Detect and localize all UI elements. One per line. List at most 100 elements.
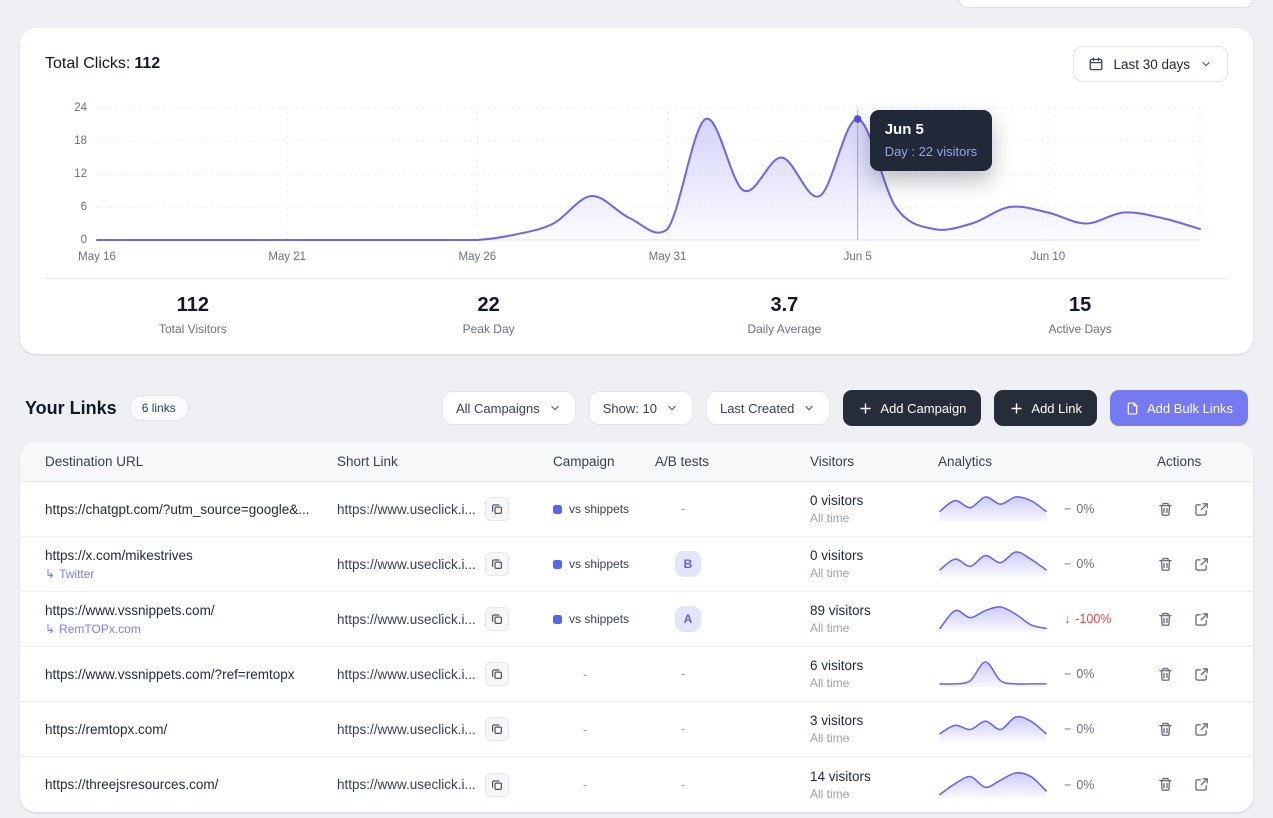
trash-icon xyxy=(1157,776,1174,793)
delete-link-button[interactable] xyxy=(1157,610,1175,628)
empty-value: - xyxy=(583,667,587,682)
button-label: Add Bulk Links xyxy=(1147,401,1233,416)
copy-short-link-button[interactable] xyxy=(485,497,509,521)
open-link-button[interactable] xyxy=(1193,776,1211,794)
destination-url: https://www.vssnippets.com/ xyxy=(45,603,319,618)
partial-cut-off-element xyxy=(958,0,1254,8)
delete-link-button[interactable] xyxy=(1157,555,1175,573)
visitors-sparkline xyxy=(938,768,1048,802)
analytics-cell: −0% xyxy=(921,492,1131,526)
copy-short-link-button[interactable] xyxy=(485,662,509,686)
date-range-selector[interactable]: Last 30 days xyxy=(1073,46,1228,82)
copy-icon xyxy=(490,667,504,681)
visitors-period: All time xyxy=(810,566,921,580)
external-link-icon xyxy=(1193,501,1210,518)
copy-short-link-button[interactable] xyxy=(485,717,509,741)
open-link-button[interactable] xyxy=(1193,500,1211,518)
visitors-count: 6 visitors xyxy=(810,658,921,673)
visitors-period: All time xyxy=(810,676,921,690)
short-link: https://www.useclick.i... xyxy=(337,722,476,737)
delete-link-button[interactable] xyxy=(1157,720,1175,738)
x-axis-tick-label: May 21 xyxy=(268,251,306,263)
stat-label: Active Days xyxy=(932,322,1228,336)
visitors-line-chart[interactable] xyxy=(97,96,1200,246)
x-axis-tick-label: May 16 xyxy=(78,251,116,263)
document-icon xyxy=(1125,401,1140,416)
open-link-button[interactable] xyxy=(1193,665,1211,683)
add-bulk-links-button[interactable]: Add Bulk Links xyxy=(1110,390,1248,426)
campaign-color-swatch xyxy=(553,505,562,514)
copy-short-link-button[interactable] xyxy=(485,552,509,576)
redirect-sub-link: ↳ RemTOPx.com xyxy=(45,622,319,636)
sub-link-label: RemTOPx.com xyxy=(59,622,141,636)
col-header-ab-tests: A/B tests xyxy=(641,454,771,469)
change-icon: − xyxy=(1064,722,1071,736)
filter-sort-order[interactable]: Last Created xyxy=(706,391,830,425)
destination-cell: https://x.com/mikestrives ↳ Twitter xyxy=(45,548,337,581)
external-link-icon xyxy=(1193,776,1210,793)
delete-link-button[interactable] xyxy=(1157,500,1175,518)
change-value: 0% xyxy=(1076,722,1094,736)
campaign-color-swatch xyxy=(553,615,562,624)
filter-show-count[interactable]: Show: 10 xyxy=(589,391,693,425)
ab-tests-cell: A xyxy=(641,606,771,632)
chevron-down-icon xyxy=(802,401,816,415)
change-indicator: ↓-100% xyxy=(1064,612,1111,626)
external-link-icon xyxy=(1193,611,1210,628)
visitors-sparkline xyxy=(938,602,1048,636)
clicks-chart: 06121824 May 16May 21May 26May 31Jun 5Ju… xyxy=(45,96,1228,270)
table-row: https://remtopx.com/ https://www.useclic… xyxy=(20,702,1253,757)
change-value: 0% xyxy=(1076,502,1094,516)
visitors-cell: 0 visitors All time xyxy=(771,548,921,580)
change-value: 0% xyxy=(1076,557,1094,571)
table-row: https://chatgpt.com/?utm_source=google&.… xyxy=(20,482,1253,537)
copy-short-link-button[interactable] xyxy=(485,607,509,631)
open-link-button[interactable] xyxy=(1193,610,1211,628)
y-axis-tick-label: 12 xyxy=(74,168,87,180)
chart-plot-area[interactable]: May 16May 21May 26May 31Jun 5Jun 10 Jun … xyxy=(97,96,1200,270)
change-icon: − xyxy=(1064,557,1071,571)
total-clicks-value: 112 xyxy=(134,55,160,72)
destination-url: https://x.com/mikestrives xyxy=(45,548,319,563)
ab-test-badge: A xyxy=(675,606,701,632)
actions-cell xyxy=(1131,776,1228,794)
change-indicator: −0% xyxy=(1064,557,1094,571)
filter-label: Show: 10 xyxy=(603,401,657,416)
destination-url: https://threejsresources.com/ xyxy=(45,777,319,792)
delete-link-button[interactable] xyxy=(1157,665,1175,683)
stat-active-days: 15 Active Days xyxy=(932,294,1228,336)
stat-label: Peak Day xyxy=(341,322,637,336)
campaign-cell: vs shippets xyxy=(543,502,641,516)
plus-icon xyxy=(1009,401,1024,416)
visitors-period: All time xyxy=(810,511,921,525)
change-icon: − xyxy=(1064,502,1071,516)
open-link-button[interactable] xyxy=(1193,555,1211,573)
short-link-cell: https://www.useclick.i... xyxy=(337,662,543,686)
visitors-cell: 3 visitors All time xyxy=(771,713,921,745)
branch-arrow-icon: ↳ xyxy=(45,622,55,636)
table-row: https://www.vssnippets.com/?ref=remtopx … xyxy=(20,647,1253,702)
add-link-button[interactable]: Add Link xyxy=(994,390,1097,426)
analytics-cell: −0% xyxy=(921,547,1131,581)
destination-cell: https://www.vssnippets.com/ ↳ RemTOPx.co… xyxy=(45,603,337,636)
visitors-count: 0 visitors xyxy=(810,493,921,508)
filter-all-campaigns[interactable]: All Campaigns xyxy=(442,391,576,425)
col-header-visitors: Visitors xyxy=(771,454,921,469)
copy-short-link-button[interactable] xyxy=(485,773,509,797)
button-label: Add Campaign xyxy=(880,401,966,416)
destination-cell: https://remtopx.com/ xyxy=(45,722,337,737)
chevron-down-icon xyxy=(665,401,679,415)
actions-cell xyxy=(1131,500,1228,518)
add-campaign-button[interactable]: Add Campaign xyxy=(843,390,981,426)
ab-tests-cell: - xyxy=(641,500,771,518)
destination-cell: https://threejsresources.com/ xyxy=(45,777,337,792)
trash-icon xyxy=(1157,721,1174,738)
open-link-button[interactable] xyxy=(1193,720,1211,738)
change-value: 0% xyxy=(1076,667,1094,681)
trash-icon xyxy=(1157,501,1174,518)
visitors-cell: 14 visitors All time xyxy=(771,769,921,801)
links-table-card: Destination URL Short Link Campaign A/B … xyxy=(20,442,1253,812)
change-indicator: −0% xyxy=(1064,502,1094,516)
analytics-cell: −0% xyxy=(921,657,1131,691)
delete-link-button[interactable] xyxy=(1157,776,1175,794)
